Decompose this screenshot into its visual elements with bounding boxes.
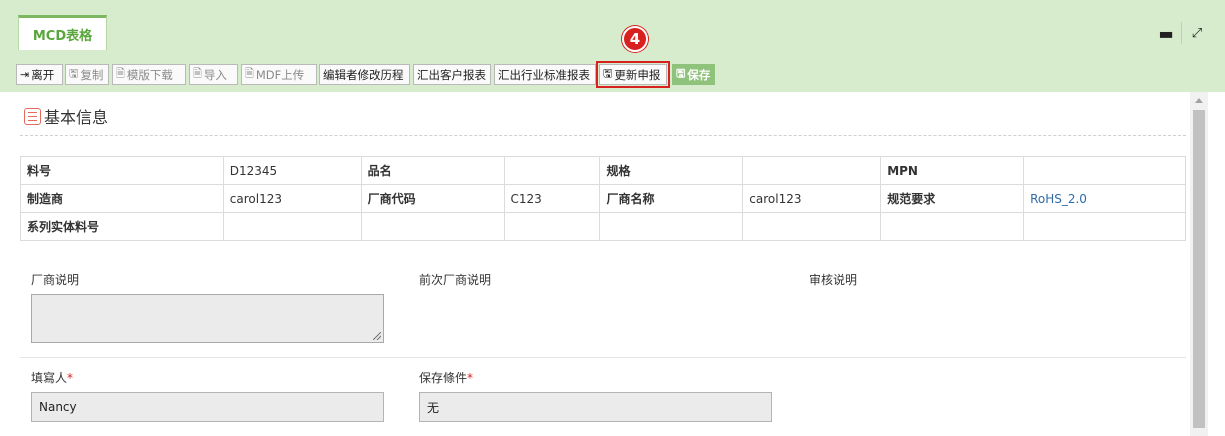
export-industry-report-button[interactable]: 汇出行业标准报表 xyxy=(494,64,596,85)
filler-label: 填寫人* xyxy=(31,371,74,385)
previous-vendor-note-label: 前次厂商说明 xyxy=(419,273,492,287)
form-divider xyxy=(20,357,1186,358)
title-bar: MCD表格 ▬ ⤢ xyxy=(0,0,1225,50)
table-cell xyxy=(742,212,882,241)
resize-handle[interactable] xyxy=(373,332,381,340)
scrollbar-thumb[interactable] xyxy=(1193,110,1205,428)
spec-value xyxy=(742,156,882,185)
step-number-badge: 4 xyxy=(622,26,648,52)
vendor-name-value: carol123 xyxy=(742,184,882,213)
mpn-label: MPN xyxy=(880,156,1025,185)
list-icon xyxy=(24,107,41,125)
part-number-label: 料号 xyxy=(20,156,224,185)
table-row: 系列实体料号 xyxy=(20,212,1186,241)
template-download-button[interactable]: 🗎 模版下载 xyxy=(112,64,186,85)
mpn-value xyxy=(1023,156,1186,185)
part-number-value: D12345 xyxy=(222,156,362,185)
section-title: 基本信息 xyxy=(24,104,108,128)
excel-file-icon: 🗎 xyxy=(116,67,125,80)
window-button-divider xyxy=(1181,22,1182,44)
tab-mcd-form[interactable]: MCD表格 xyxy=(18,15,107,50)
update-declaration-button[interactable]: 🖫 更新申报 xyxy=(596,61,670,88)
table-row: 料号 D12345 品名 规格 MPN xyxy=(20,156,1186,185)
form-content: 基本信息 料号 D12345 品名 规格 MPN 制造商 carol123 厂商… xyxy=(10,92,1188,436)
required-marker: * xyxy=(67,371,74,385)
product-name-value xyxy=(503,156,601,185)
table-cell xyxy=(599,212,744,241)
series-part-number-label: 系列实体料号 xyxy=(20,212,224,241)
table-row: 制造商 carol123 厂商代码 C123 厂商名称 carol123 规范要… xyxy=(20,184,1186,213)
vertical-scrollbar[interactable] xyxy=(1190,92,1208,436)
save-button[interactable]: 🖫 保存 xyxy=(672,64,715,85)
table-cell xyxy=(503,212,601,241)
audit-note-label: 审核说明 xyxy=(809,273,858,287)
vendor-note-label: 厂商说明 xyxy=(31,273,80,287)
series-part-number-value xyxy=(222,212,362,241)
excel-file-icon: 🗎 xyxy=(245,67,254,80)
section-divider xyxy=(20,135,1186,136)
manufacturer-value: carol123 xyxy=(222,184,362,213)
mdf-upload-button[interactable]: 🗎 MDF上传 xyxy=(241,64,317,85)
export-customer-report-button[interactable]: 汇出客户报表 xyxy=(413,64,491,85)
exit-icon: ⇥ xyxy=(20,68,30,81)
floppy-icon: 🖫 xyxy=(676,67,686,80)
basic-info-table: 料号 D12345 品名 规格 MPN 制造商 carol123 厂商代码 C1… xyxy=(20,156,1186,241)
storage-condition-label: 保存條件* xyxy=(419,371,474,385)
floppy-icon: 🖫 xyxy=(603,67,613,80)
spec-label: 规格 xyxy=(599,156,744,185)
minus-icon[interactable]: ▬ xyxy=(1155,22,1177,44)
table-cell xyxy=(880,212,1025,241)
import-button[interactable]: 🗎 导入 xyxy=(189,64,238,85)
excel-file-icon: 🗎 xyxy=(193,67,202,80)
copy-button[interactable]: 🖫 复制 xyxy=(65,64,109,85)
storage-condition-field[interactable]: 无 xyxy=(419,392,772,422)
floppy-icon: 🖫 xyxy=(69,67,79,80)
toolbar: ⇥ 离开 🖫 复制 🗎 模版下载 🗎 导入 🗎 MDF上传 编辑者修改历程 汇出客户报表 … xyxy=(0,50,1225,92)
required-marker: * xyxy=(467,371,474,385)
leave-button[interactable]: ⇥ 离开 xyxy=(16,64,63,85)
product-name-label: 品名 xyxy=(360,156,505,185)
vendor-code-label: 厂商代码 xyxy=(360,184,505,213)
compliance-requirement-link[interactable]: RoHS_2.0 xyxy=(1023,184,1186,213)
expand-icon[interactable]: ⤢ xyxy=(1186,22,1208,44)
table-cell xyxy=(360,212,505,241)
vendor-name-label: 厂商名称 xyxy=(599,184,744,213)
table-cell xyxy=(1023,212,1186,241)
editor-history-button[interactable]: 编辑者修改历程 xyxy=(319,64,410,85)
vendor-code-value: C123 xyxy=(503,184,601,213)
filler-field[interactable]: Nancy xyxy=(31,392,384,422)
scroll-up-icon[interactable] xyxy=(1195,98,1203,103)
vendor-note-textarea[interactable] xyxy=(31,294,384,343)
compliance-requirement-label: 规范要求 xyxy=(880,184,1025,213)
manufacturer-label: 制造商 xyxy=(20,184,224,213)
